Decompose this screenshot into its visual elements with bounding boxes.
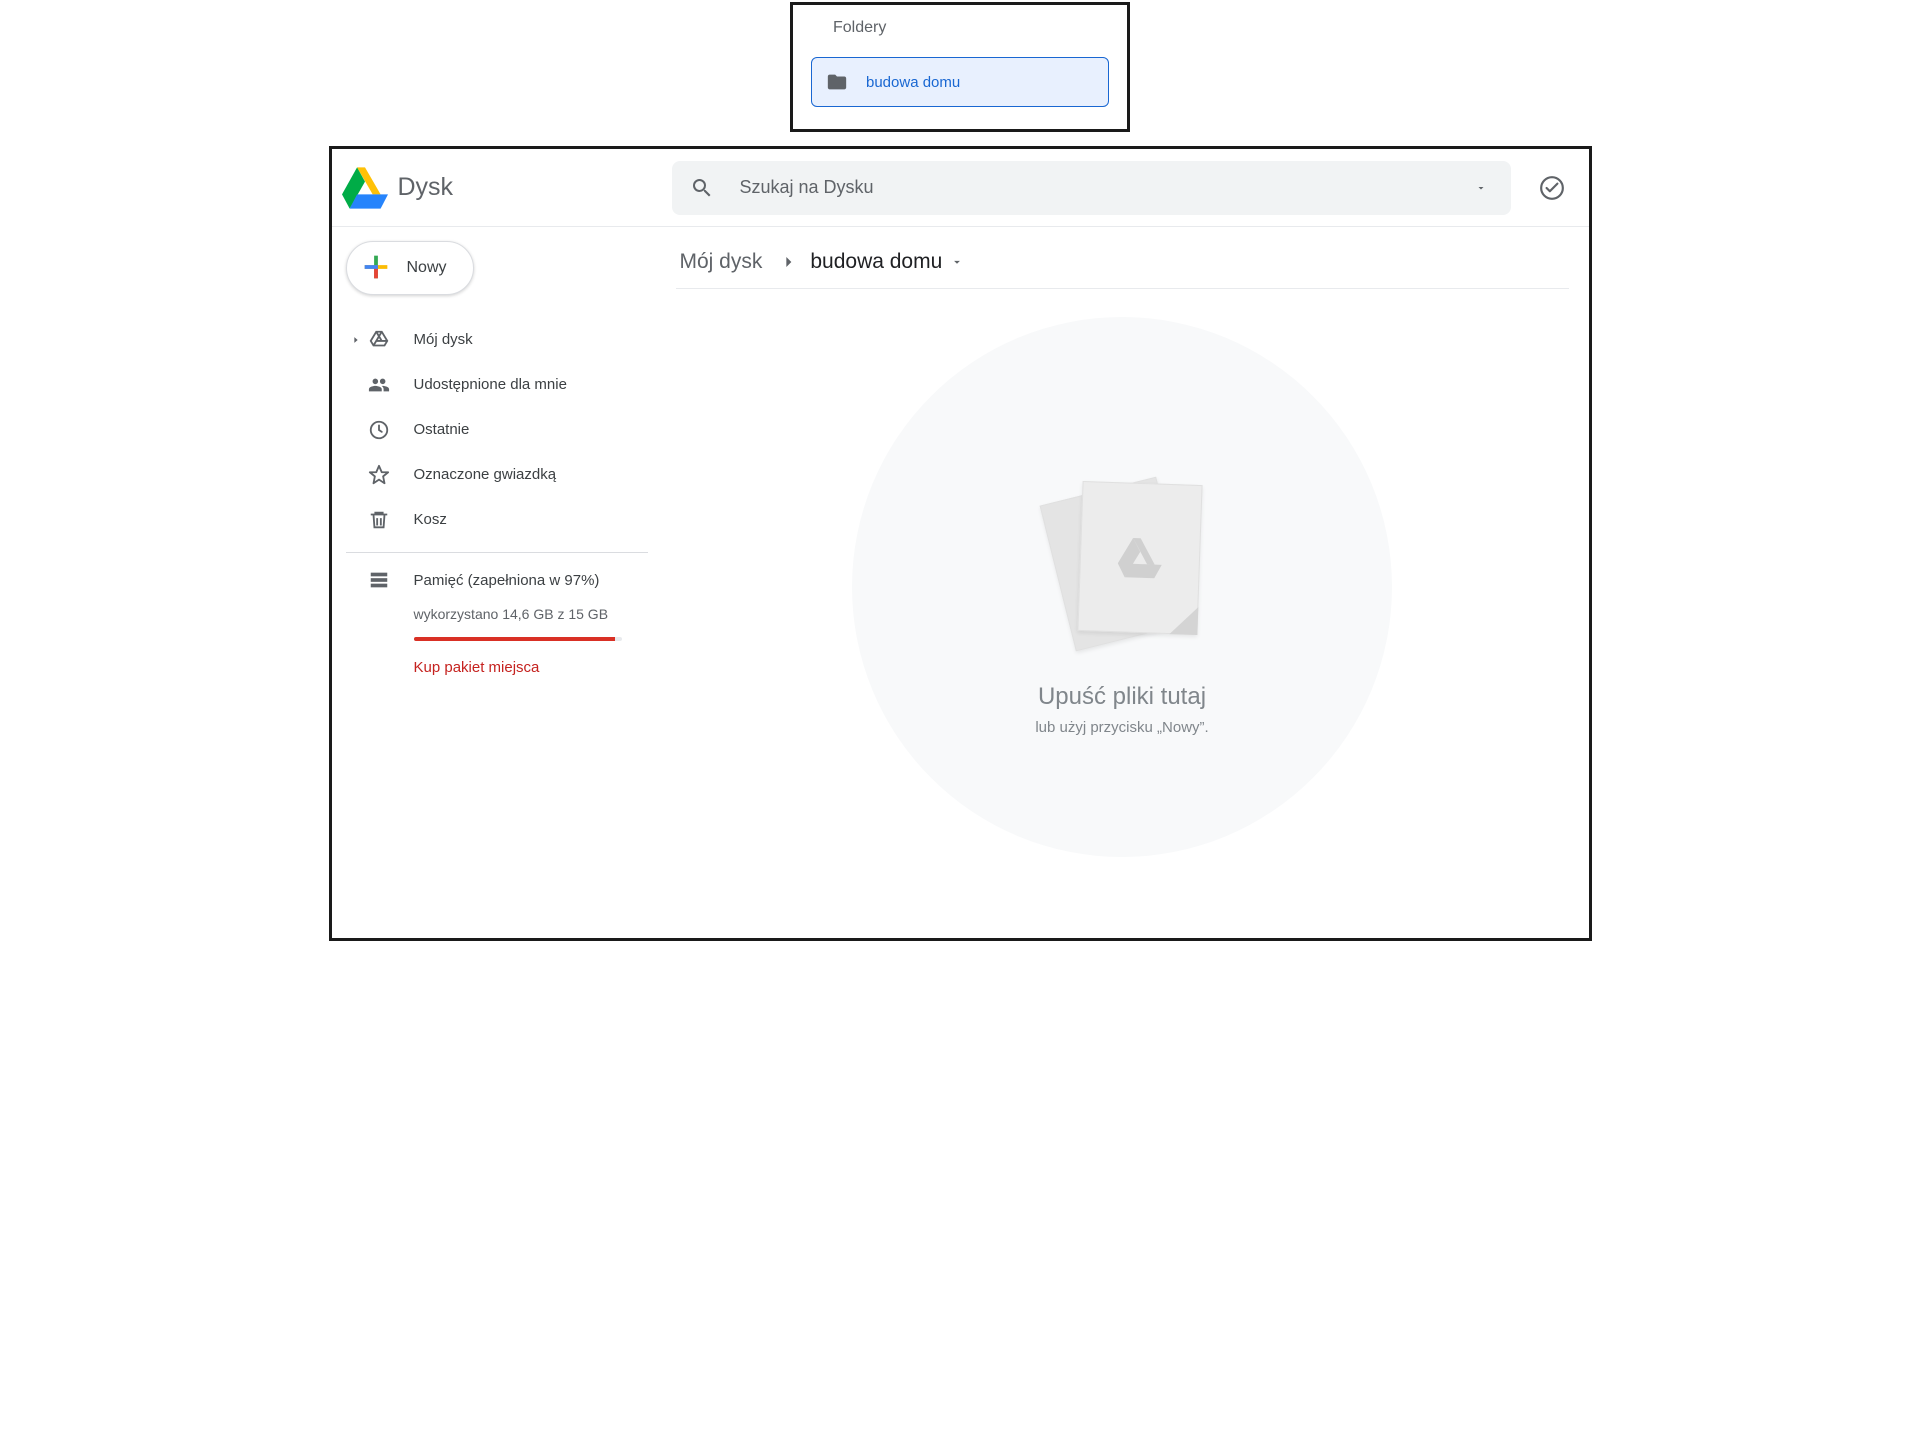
breadcrumb-current-label: budowa domu (810, 250, 942, 274)
chevron-right-icon (778, 252, 798, 272)
storage-title: Pamięć (zapełniona w 97%) (414, 572, 600, 589)
logo-block[interactable]: Dysk (342, 165, 672, 211)
sidebar-item-my-drive[interactable]: Mój dysk (346, 317, 662, 362)
folder-chip-label: budowa domu (866, 74, 960, 91)
search-input[interactable] (738, 176, 1469, 199)
search-icon (690, 176, 714, 200)
buy-storage-link[interactable]: Kup pakiet miejsca (414, 659, 662, 676)
empty-state-art (1032, 479, 1212, 659)
star-icon (366, 462, 392, 488)
sidebar-item-storage[interactable]: Pamięć (zapełniona w 97%) (346, 563, 662, 601)
drive-logo-icon (342, 165, 388, 211)
search-bar[interactable] (672, 161, 1511, 215)
app-body: Nowy Mój dysk Udostępnione dla mnie (332, 227, 1589, 938)
new-button-label: Nowy (407, 259, 447, 277)
sidebar-item-label: Udostępnione dla mnie (414, 376, 567, 393)
trash-icon (366, 507, 392, 533)
storage-details: wykorzystano 14,6 GB z 15 GB (346, 601, 662, 625)
sidebar-divider (346, 552, 648, 553)
app-window: Dysk (329, 146, 1592, 941)
main-content: Mój dysk budowa domu (662, 227, 1589, 938)
sidebar: Nowy Mój dysk Udostępnione dla mnie (332, 227, 662, 938)
new-button[interactable]: Nowy (346, 241, 474, 295)
chevron-down-icon[interactable] (950, 255, 964, 269)
empty-state: Upuść pliki tutaj lub użyj przycisku „No… (676, 289, 1569, 938)
breadcrumb-root[interactable]: Mój dysk (676, 248, 767, 276)
storage-progress-fill (414, 637, 616, 641)
folder-chip[interactable]: budowa domu (811, 57, 1109, 107)
empty-state-subtitle: lub użyj przycisku „Nowy”. (1035, 719, 1208, 736)
storage-progress-bar (414, 637, 622, 641)
sidebar-item-label: Ostatnie (414, 421, 470, 438)
sidebar-item-shared[interactable]: Udostępnione dla mnie (346, 362, 662, 407)
callout-container: Foldery budowa domu (329, 0, 1592, 132)
sidebar-item-label: Kosz (414, 511, 447, 528)
empty-state-title: Upuść pliki tutaj (1038, 683, 1206, 711)
expand-icon[interactable] (350, 335, 362, 345)
shared-icon (366, 372, 392, 398)
sidebar-item-trash[interactable]: Kosz (346, 497, 662, 542)
callout-section-label: Foldery (833, 19, 1109, 37)
clock-icon (366, 417, 392, 443)
breadcrumb-current[interactable]: budowa domu (810, 250, 964, 274)
breadcrumb: Mój dysk budowa domu (676, 241, 1569, 289)
sidebar-item-recent[interactable]: Ostatnie (346, 407, 662, 452)
sidebar-item-starred[interactable]: Oznaczone gwiazdką (346, 452, 662, 497)
offline-ready-icon[interactable] (1533, 169, 1571, 207)
plus-icon (359, 250, 393, 287)
app-header: Dysk (332, 149, 1589, 227)
app-name: Dysk (398, 173, 454, 202)
search-options-dropdown-icon[interactable] (1469, 176, 1493, 200)
document-front-icon (1077, 480, 1202, 634)
empty-state-circle: Upuść pliki tutaj lub użyj przycisku „No… (852, 317, 1392, 857)
callout-box: Foldery budowa domu (790, 2, 1130, 132)
storage-icon (366, 567, 392, 593)
sidebar-item-label: Mój dysk (414, 331, 473, 348)
drive-icon (366, 327, 392, 353)
folder-icon (826, 71, 848, 93)
sidebar-item-label: Oznaczone gwiazdką (414, 466, 557, 483)
